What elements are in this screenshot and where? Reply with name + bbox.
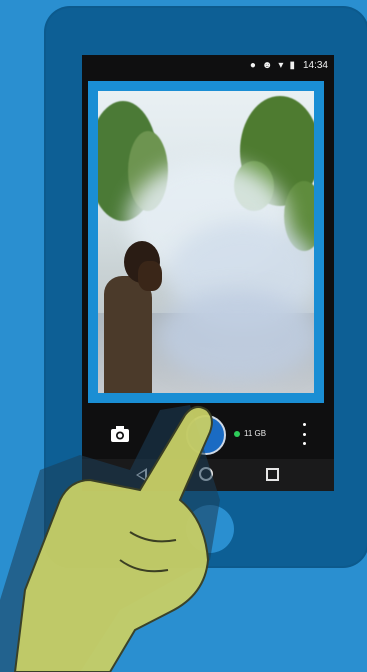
smoke xyxy=(158,291,314,381)
scene: ● ☻ ▾ ▮ 14:34 11 GB xyxy=(0,0,367,672)
person-hand xyxy=(138,261,162,291)
camera-icon[interactable] xyxy=(110,425,130,443)
storage-text: 11 GB xyxy=(244,429,267,438)
status-time: 14:34 xyxy=(302,60,328,71)
battery-icon: ▮ xyxy=(289,59,295,71)
overflow-menu-icon[interactable] xyxy=(300,423,308,445)
camera-preview-photo[interactable] xyxy=(98,91,314,393)
camera-control-bar: 11 GB xyxy=(82,411,334,459)
home-icon[interactable] xyxy=(199,467,213,481)
hardware-home-button[interactable] xyxy=(186,505,234,553)
wifi-icon: ▾ xyxy=(278,59,284,71)
back-icon[interactable] xyxy=(136,468,147,482)
navigation-bar xyxy=(82,459,334,491)
location-icon: ● xyxy=(249,59,256,71)
recent-apps-icon[interactable] xyxy=(266,468,279,481)
alarm-icon: ☻ xyxy=(261,59,273,71)
shutter-button[interactable] xyxy=(186,415,226,455)
person-body xyxy=(104,276,152,393)
camera-viewfinder-frame[interactable] xyxy=(88,81,324,403)
storage-status-dot xyxy=(234,430,240,437)
storage-indicator: 11 GB xyxy=(234,429,266,438)
status-bar: ● ☻ ▾ ▮ 14:34 xyxy=(82,55,334,76)
phone-screen: ● ☻ ▾ ▮ 14:34 11 GB xyxy=(82,55,334,491)
